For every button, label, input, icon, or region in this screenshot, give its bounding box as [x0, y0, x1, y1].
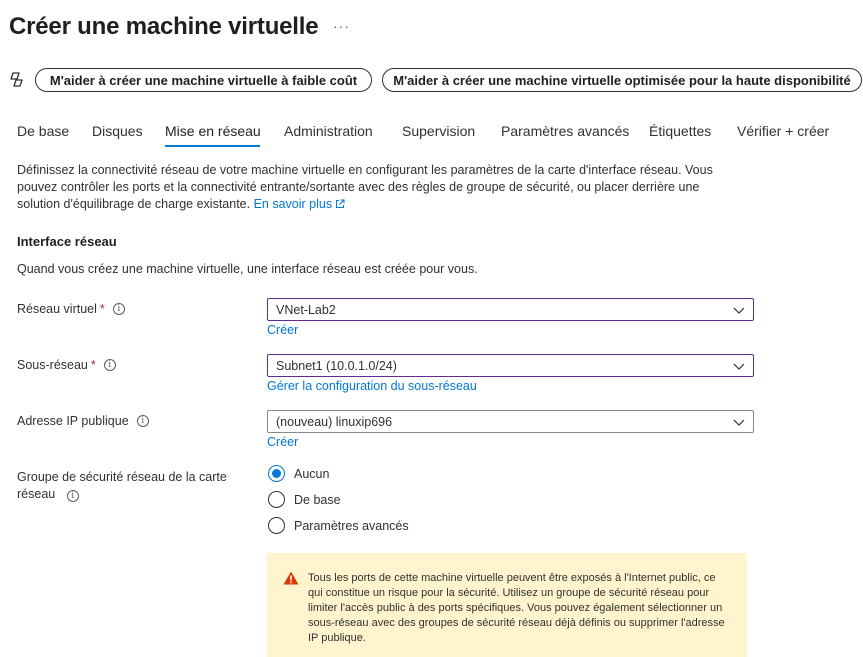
vnet-label: Réseau virtuel * i — [17, 302, 125, 316]
learn-more-link[interactable]: En savoir plus — [254, 197, 346, 211]
info-icon[interactable]: i — [66, 490, 79, 502]
nsg-option-basic[interactable]: De base — [268, 491, 341, 508]
vnet-select[interactable]: VNet-Lab2 — [267, 298, 754, 321]
manage-subnet-link[interactable]: Gérer la configuration du sous-réseau — [267, 379, 477, 393]
info-icon[interactable]: i — [136, 415, 149, 427]
security-warning-banner: Tous les ports de cette machine virtuell… — [267, 553, 747, 657]
active-tab-indicator — [165, 145, 260, 147]
subnet-select[interactable]: Subnet1 (10.0.1.0/24) — [267, 354, 754, 377]
info-icon[interactable]: i — [112, 303, 125, 315]
public-ip-label: Adresse IP publique i — [17, 414, 149, 428]
tab-management[interactable]: Administration — [284, 123, 373, 139]
create-public-ip-link[interactable]: Créer — [267, 435, 298, 449]
networking-description-text: Définissez la connectivité réseau de vot… — [17, 163, 713, 211]
tab-basics[interactable]: De base — [17, 123, 69, 139]
radio-label: Paramètres avancés — [294, 518, 409, 533]
warning-icon — [283, 571, 299, 585]
nsg-label-text: Groupe de sécurité réseau de la carte ré… — [17, 470, 227, 501]
subnet-label: Sous-réseau * i — [17, 358, 116, 372]
public-ip-label-text: Adresse IP publique — [17, 414, 129, 428]
vnet-label-text: Réseau virtuel — [17, 302, 97, 316]
more-options-icon[interactable]: ··· — [333, 18, 350, 34]
warning-text: Tous les ports de cette machine virtuell… — [308, 572, 725, 644]
radio-button[interactable] — [268, 491, 285, 508]
learn-more-label[interactable]: En savoir plus — [254, 197, 333, 211]
chevron-down-icon — [733, 363, 745, 370]
radio-button-checked[interactable] — [268, 465, 285, 482]
tab-tags[interactable]: Étiquettes — [649, 123, 711, 139]
tab-review-create[interactable]: Vérifier + créer — [737, 123, 829, 139]
radio-button[interactable] — [268, 517, 285, 534]
networking-description: Définissez la connectivité réseau de vot… — [17, 162, 737, 213]
chevron-down-icon — [733, 419, 745, 426]
section-heading-network-interface: Interface réseau — [17, 234, 117, 249]
required-marker: * — [99, 302, 105, 316]
tab-networking[interactable]: Mise en réseau — [165, 123, 261, 139]
nsg-option-advanced[interactable]: Paramètres avancés — [268, 517, 409, 534]
page-title: Créer une machine virtuelle — [9, 13, 319, 40]
subnet-label-text: Sous-réseau — [17, 358, 88, 372]
radio-label: De base — [294, 492, 341, 507]
tab-disks[interactable]: Disques — [92, 123, 143, 139]
nsg-label: Groupe de sécurité réseau de la carte ré… — [17, 469, 247, 503]
vnet-select-value: VNet-Lab2 — [276, 302, 336, 317]
copilot-icon — [10, 72, 23, 87]
tab-monitoring[interactable]: Supervision — [402, 123, 475, 139]
external-link-icon — [336, 199, 345, 208]
radio-label: Aucun — [294, 466, 330, 481]
create-vnet-link[interactable]: Créer — [267, 323, 298, 337]
tab-advanced[interactable]: Paramètres avancés — [501, 123, 629, 139]
public-ip-select[interactable]: (nouveau) linuxip696 — [267, 410, 754, 433]
subnet-select-value: Subnet1 (10.0.1.0/24) — [276, 358, 397, 373]
info-icon[interactable]: i — [103, 359, 116, 371]
section-description: Quand vous créez une machine virtuelle, … — [17, 262, 478, 276]
high-availability-assist-button[interactable]: M'aider à créer une machine virtuelle op… — [382, 68, 862, 92]
nsg-option-none[interactable]: Aucun — [268, 465, 329, 482]
low-cost-assist-button[interactable]: M'aider à créer une machine virtuelle à … — [35, 68, 372, 92]
public-ip-select-value: (nouveau) linuxip696 — [276, 414, 393, 429]
required-marker: * — [90, 358, 96, 372]
tab-bar: De base Disques Mise en réseau Administr… — [0, 123, 863, 145]
chevron-down-icon — [733, 307, 745, 314]
